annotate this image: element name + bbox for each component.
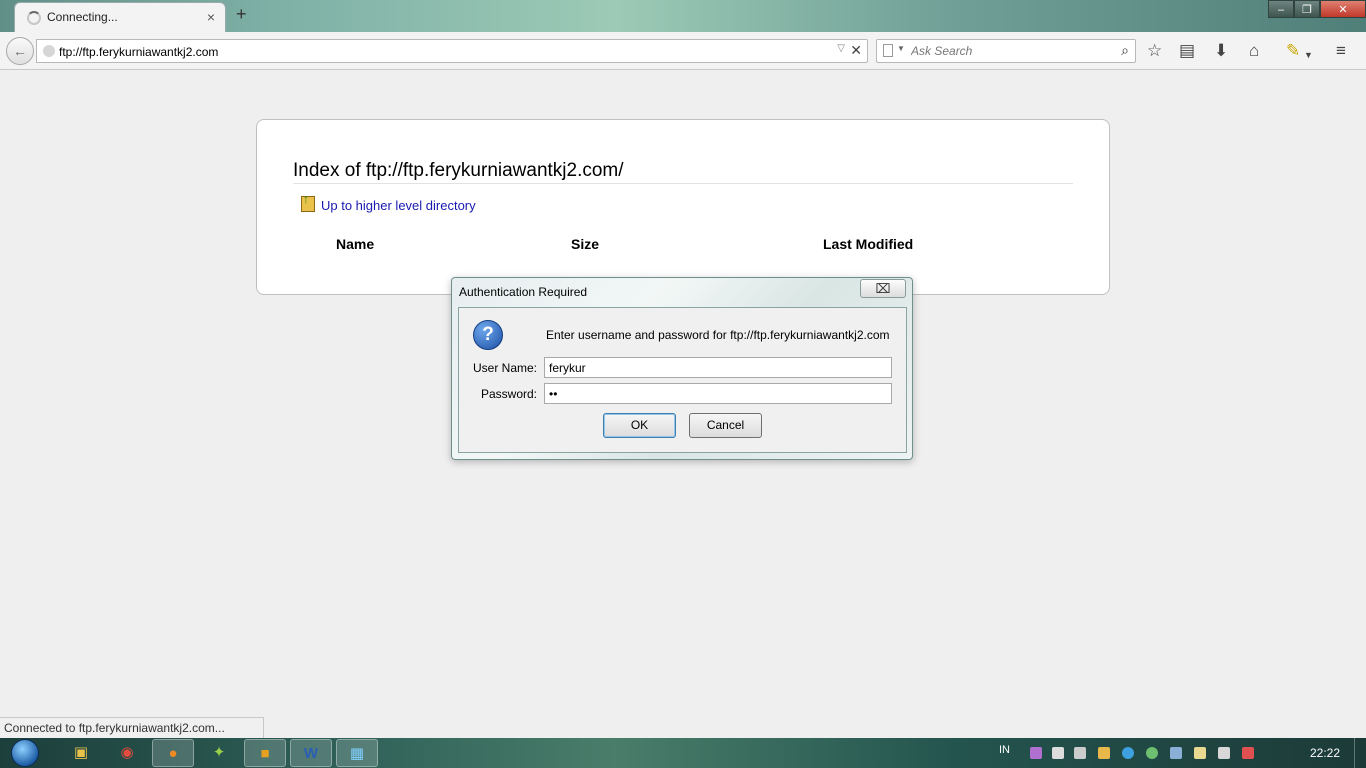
downloads-icon[interactable]: ⬇ bbox=[1214, 42, 1228, 60]
minimize-button[interactable]: ‒ bbox=[1268, 0, 1294, 18]
loading-spinner-icon bbox=[27, 11, 41, 25]
tab-connecting[interactable]: Connecting... × bbox=[14, 2, 226, 32]
word-icon[interactable]: W bbox=[290, 739, 332, 767]
app-icon[interactable]: ▦ bbox=[336, 739, 378, 767]
search-bar[interactable]: ▼ ⌕ bbox=[876, 39, 1136, 63]
menu-icon[interactable]: ≡ bbox=[1336, 42, 1346, 60]
history-dropdown-icon[interactable]: ▽ bbox=[837, 43, 845, 54]
search-input[interactable] bbox=[911, 43, 1106, 59]
question-icon: ? bbox=[473, 320, 503, 350]
password-label: Password: bbox=[480, 387, 537, 401]
tool-tray-icon[interactable] bbox=[1098, 747, 1110, 759]
home-icon[interactable]: ⌂ bbox=[1249, 42, 1259, 60]
taskbar: ▣ ◉ ● ✦ ■ W ▦ IN 22:22 bbox=[0, 738, 1366, 768]
search-engine-icon[interactable] bbox=[883, 44, 893, 57]
language-indicator[interactable]: IN bbox=[999, 744, 1010, 756]
network-tray-icon[interactable] bbox=[1170, 747, 1182, 759]
back-button[interactable]: ← bbox=[6, 37, 34, 65]
stop-loading-icon[interactable]: ✕ bbox=[850, 42, 862, 59]
close-window-button[interactable]: ✕ bbox=[1320, 0, 1366, 18]
highlighter-dropdown-icon[interactable]: ▼ bbox=[1304, 46, 1313, 64]
system-tray: IN 22:22 bbox=[996, 738, 1366, 768]
chrome-icon[interactable]: ◉ bbox=[106, 739, 148, 767]
start-button[interactable] bbox=[5, 738, 45, 768]
status-bar: Connected to ftp.ferykurniawantkj2.com..… bbox=[0, 717, 264, 738]
engine-dropdown-icon[interactable]: ▼ bbox=[897, 44, 905, 53]
new-tab-button[interactable]: + bbox=[236, 4, 247, 25]
network-icon[interactable]: ✦ bbox=[198, 739, 240, 767]
dialog-message: Enter username and password for ftp://ft… bbox=[546, 328, 890, 342]
reading-list-icon[interactable]: ▤ bbox=[1179, 42, 1195, 60]
highlighter-icon[interactable]: ✎ bbox=[1286, 42, 1300, 60]
username-field[interactable] bbox=[544, 357, 892, 378]
clock[interactable]: 22:22 bbox=[1310, 746, 1340, 760]
tab-title: Connecting... bbox=[47, 10, 118, 24]
device-tray-icon[interactable] bbox=[1052, 747, 1064, 759]
dialog-title: Authentication Required bbox=[459, 285, 588, 299]
address-bar[interactable]: ftp://ftp.ferykurniawantkj2.com ▽ ✕ bbox=[36, 39, 868, 63]
navigation-toolbar: ← ftp://ftp.ferykurniawantkj2.com ▽ ✕ ▼ … bbox=[0, 32, 1366, 70]
show-desktop-button[interactable] bbox=[1354, 738, 1366, 768]
firefox-icon[interactable]: ● bbox=[152, 739, 194, 767]
pen-tray-icon[interactable] bbox=[1030, 747, 1042, 759]
authentication-dialog: Authentication Required ⌧ ? Enter userna… bbox=[451, 277, 913, 460]
window-controls: ‒ ❐ ✕ bbox=[1268, 0, 1366, 18]
browser-tray-icon[interactable] bbox=[1122, 747, 1134, 759]
column-header-last-modified[interactable]: Last Modified bbox=[823, 236, 913, 252]
column-header-size[interactable]: Size bbox=[571, 236, 599, 252]
back-arrow-icon: ← bbox=[13, 43, 27, 59]
username-label: User Name: bbox=[472, 361, 537, 375]
search-magnifier-icon[interactable]: ⌕ bbox=[1121, 42, 1129, 59]
update-tray-icon[interactable] bbox=[1146, 747, 1158, 759]
ok-button[interactable]: OK bbox=[603, 413, 676, 438]
page-title: Index of ftp://ftp.ferykurniawantkj2.com… bbox=[293, 160, 624, 181]
heading-divider bbox=[293, 183, 1073, 184]
tab-close-icon[interactable]: × bbox=[207, 9, 215, 25]
bookmark-star-icon[interactable]: ☆ bbox=[1147, 42, 1162, 60]
column-header-name[interactable]: Name bbox=[336, 236, 374, 252]
parent-directory-link[interactable]: Up to higher level directory bbox=[321, 198, 476, 213]
ftp-index-container: Index of ftp://ftp.ferykurniawantkj2.com… bbox=[256, 119, 1110, 295]
dialog-close-button[interactable]: ⌧ bbox=[860, 279, 906, 298]
folder-icon[interactable]: ■ bbox=[244, 739, 286, 767]
url-text[interactable]: ftp://ftp.ferykurniawantkj2.com bbox=[59, 45, 218, 59]
password-field[interactable] bbox=[544, 383, 892, 404]
dialog-body: ? Enter username and password for ftp://… bbox=[458, 307, 907, 453]
restore-button[interactable]: ❐ bbox=[1294, 0, 1320, 18]
folder-up-icon[interactable] bbox=[301, 192, 315, 212]
flag-tray-icon[interactable] bbox=[1194, 747, 1206, 759]
file-explorer-icon[interactable]: ▣ bbox=[60, 739, 102, 767]
close-icon: ⌧ bbox=[875, 281, 891, 296]
volume-icon[interactable] bbox=[1218, 747, 1230, 759]
wifi-disconnected-icon[interactable] bbox=[1242, 747, 1254, 759]
windows-logo-icon bbox=[11, 739, 39, 767]
settings-tray-icon[interactable] bbox=[1074, 747, 1086, 759]
browser-titlebar: Connecting... × + ‒ ❐ ✕ bbox=[0, 0, 1366, 32]
site-identity-icon[interactable] bbox=[43, 45, 55, 57]
cancel-button[interactable]: Cancel bbox=[689, 413, 762, 438]
